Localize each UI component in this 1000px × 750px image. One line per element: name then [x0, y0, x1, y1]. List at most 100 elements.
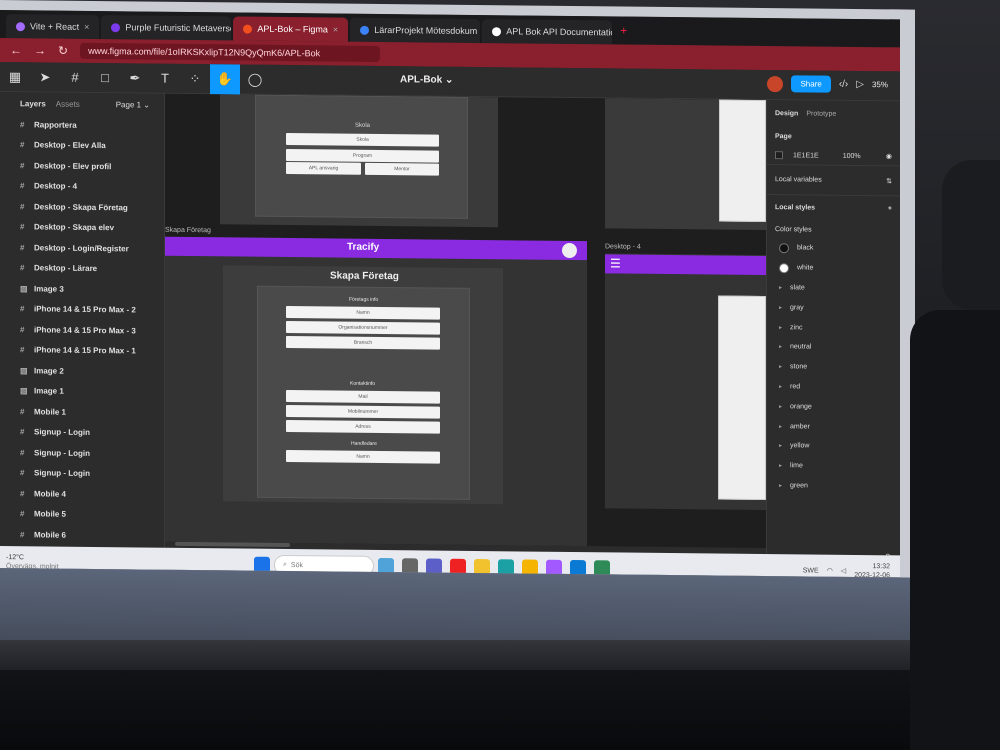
dev-mode-icon[interactable]: ‹/›: [839, 79, 848, 90]
back-icon[interactable]: ←: [10, 43, 22, 57]
page-color-swatch[interactable]: [775, 151, 783, 160]
comment-tool-icon[interactable]: ◯: [240, 64, 270, 94]
color-style-name: lime: [790, 462, 803, 470]
prototype-tab[interactable]: Prototype: [806, 110, 836, 117]
wifi-icon[interactable]: ◠: [827, 567, 833, 575]
frame-layer-icon: #: [20, 345, 25, 355]
layer-item[interactable]: # Desktop - Elev profil: [0, 155, 164, 177]
browser-tab[interactable]: Vite + React ×: [6, 14, 100, 40]
expand-chevron-icon: ▸: [779, 304, 783, 311]
volume-icon[interactable]: ◁: [841, 567, 846, 575]
expand-chevron-icon: ▸: [779, 443, 783, 450]
present-icon[interactable]: ▷: [856, 79, 864, 90]
layer-label: Image 2: [34, 366, 64, 376]
layer-item[interactable]: # Signup - Login: [0, 422, 164, 444]
main-menu-icon[interactable]: ▦: [0, 62, 30, 92]
browser-tab[interactable]: APL-Bok – Figma ×: [233, 16, 349, 42]
layer-label: Desktop - Login/Register: [34, 243, 129, 254]
avatar[interactable]: [767, 75, 784, 92]
floor: [0, 670, 1000, 750]
design-tab[interactable]: Design: [775, 110, 798, 117]
screen-rail: [0, 640, 915, 670]
presenter-head: [942, 160, 1000, 310]
contact-section-label: Kontaktinfo: [350, 380, 376, 387]
color-style-name: green: [790, 482, 808, 490]
layer-item[interactable]: # Desktop - Lärare: [0, 258, 164, 280]
layer-item[interactable]: ▨ Image 2: [0, 360, 164, 382]
layers-panel: Layers Assets Page 1 ⌄ # Rapportera # Deskt…: [0, 92, 165, 570]
layer-item[interactable]: # Desktop - Skapa Företag: [0, 196, 164, 218]
canvas[interactable]: Skola Skola Program APL ansvarig Mentor …: [165, 93, 766, 549]
local-styles-label: Local styles: [775, 204, 816, 212]
layer-item[interactable]: # Desktop - Elev Alla: [0, 135, 164, 157]
close-tab-icon[interactable]: ×: [84, 22, 89, 32]
tab-label: Purple Futuristic Metaverse: [125, 22, 232, 34]
layer-item[interactable]: # iPhone 14 & 15 Pro Max - 1: [0, 340, 164, 362]
browser-tab[interactable]: APL Bok API Documentation×: [482, 19, 613, 45]
expand-chevron-icon: ▸: [779, 423, 783, 430]
search-placeholder: Sök: [290, 561, 303, 569]
pen-tool-icon[interactable]: ✒: [120, 63, 150, 93]
company-field-3: Bransch: [286, 335, 440, 350]
tab-favicon-icon: [16, 21, 25, 31]
color-style-name: white: [797, 264, 814, 272]
image-layer-icon: ▨: [20, 365, 28, 376]
new-tab-icon[interactable]: +: [614, 23, 633, 37]
layers-panel-header: Layers Assets Page 1 ⌄: [0, 92, 164, 116]
zoom-level[interactable]: 35%: [872, 80, 888, 89]
browser-tab[interactable]: LärarProjekt Mötesdokum×: [350, 17, 481, 44]
browser-tab[interactable]: Purple Futuristic Metaverse×: [101, 15, 232, 41]
hand-tool-icon[interactable]: ✋: [210, 63, 240, 95]
projector-screen: Vite + React × Purple Futuristic Metaverse…: [0, 0, 915, 650]
url-field[interactable]: www.figma.com/file/1oIRKSKxlipT12N9QyQmK…: [80, 42, 381, 62]
layer-label: Mobile 6: [34, 530, 67, 540]
close-tab-icon[interactable]: ×: [333, 24, 338, 34]
page-selector[interactable]: Page 1 ⌄: [116, 100, 150, 109]
frame-layer-icon: #: [20, 263, 25, 273]
resources-icon[interactable]: ⁘: [180, 63, 210, 93]
frame-label-desktop-4[interactable]: Desktop - 4: [605, 243, 641, 250]
scrollbar-thumb[interactable]: [175, 541, 290, 548]
layer-item[interactable]: # Desktop - Skapa elev: [0, 217, 164, 239]
layer-item[interactable]: # Desktop - 4: [0, 176, 164, 198]
layer-item[interactable]: # iPhone 14 & 15 Pro Max - 3: [0, 319, 164, 341]
layer-item[interactable]: # Mobile 5: [0, 504, 164, 526]
desktop-4-header: [605, 254, 766, 276]
tab-label: APL-Bok – Figma: [257, 23, 328, 35]
color-style-name: gray: [790, 304, 804, 312]
tab-favicon-icon: [243, 24, 253, 34]
layer-item[interactable]: # Mobile 1: [0, 401, 164, 423]
layer-item[interactable]: # Mobile 6: [0, 524, 164, 546]
forward-icon[interactable]: →: [34, 43, 46, 57]
share-button[interactable]: Share: [791, 75, 831, 93]
company-field-1: Namn: [286, 305, 440, 320]
file-title[interactable]: APL-Bok ⌄: [400, 74, 453, 86]
color-style-name: amber: [790, 422, 810, 431]
layer-item[interactable]: # Rapportera: [0, 114, 164, 136]
frame-layer-icon: #: [20, 529, 25, 540]
layer-item[interactable]: # iPhone 14 & 15 Pro Max - 2: [0, 299, 164, 321]
page-color-value[interactable]: 1E1E1E: [793, 152, 819, 159]
header-avatar-icon: [562, 242, 577, 259]
frame-layer-icon: #: [20, 201, 25, 212]
shape-tool-icon[interactable]: □: [90, 62, 120, 92]
frame-label-skapa-foretag[interactable]: Skapa Företag: [165, 227, 211, 234]
image-layer-icon: ▨: [20, 386, 28, 396]
desktop-4-card: [718, 295, 766, 501]
reload-icon[interactable]: ↻: [58, 44, 68, 58]
layer-item[interactable]: # Signup - Login: [0, 463, 164, 485]
layer-item[interactable]: # Desktop - Login/Register: [0, 237, 164, 259]
tab-favicon-icon: [360, 25, 370, 35]
layer-item[interactable]: ▨ Image 3: [0, 278, 164, 300]
layer-item[interactable]: # Signup - Login: [0, 442, 164, 464]
move-tool-icon[interactable]: ➤: [30, 62, 60, 92]
assets-tab[interactable]: Assets: [56, 99, 80, 108]
frame-tool-icon[interactable]: #: [60, 62, 90, 92]
layer-item[interactable]: # Mobile 4: [0, 483, 164, 505]
language-indicator[interactable]: SWE: [803, 567, 819, 574]
layer-item[interactable]: ▨ Image 1: [0, 381, 164, 403]
layers-tab[interactable]: Layers: [20, 99, 46, 108]
page-opacity[interactable]: 100%: [843, 152, 861, 159]
layer-label: iPhone 14 & 15 Pro Max - 2: [34, 304, 136, 315]
text-tool-icon[interactable]: T: [150, 63, 180, 93]
